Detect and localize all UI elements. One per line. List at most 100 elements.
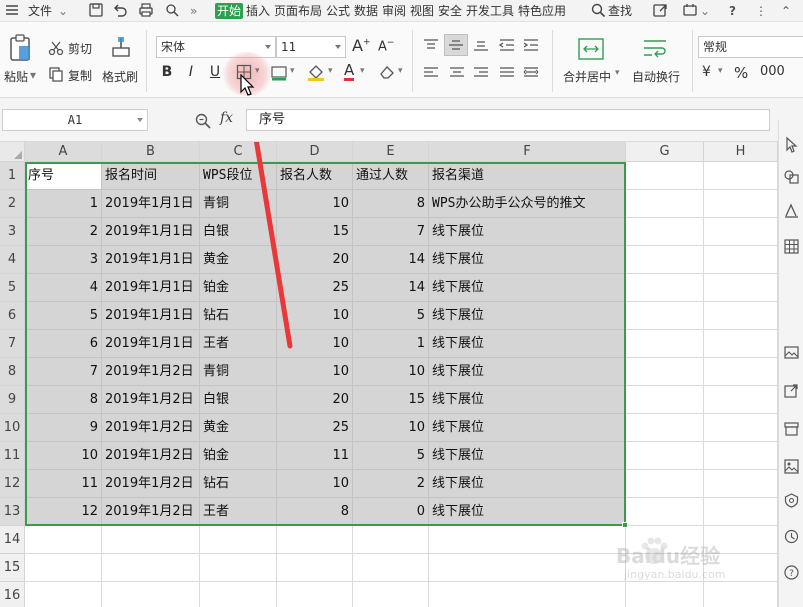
cell-c8[interactable]: 青铜 xyxy=(200,358,277,386)
cell-d12[interactable]: 10 xyxy=(277,470,353,498)
select-pointer-icon[interactable] xyxy=(783,136,800,153)
align-right-icon[interactable] xyxy=(472,66,490,80)
cell-f10[interactable]: 线下展位 xyxy=(429,414,626,442)
cell-a11[interactable]: 10 xyxy=(25,442,102,470)
cell-g9[interactable] xyxy=(626,386,704,414)
merge-dropdown-icon[interactable]: ▾ xyxy=(615,68,620,78)
increase-font-size-icon[interactable]: A+ xyxy=(352,36,371,55)
cell-e4[interactable]: 14 xyxy=(353,246,429,274)
align-center-icon[interactable] xyxy=(448,66,466,80)
italic-icon[interactable]: I xyxy=(182,62,200,82)
clear-format-icon[interactable] xyxy=(378,64,396,80)
cell-d3[interactable]: 15 xyxy=(277,218,353,246)
cell-e12[interactable]: 2 xyxy=(353,470,429,498)
cell-e3[interactable]: 7 xyxy=(353,218,429,246)
cell-g3[interactable] xyxy=(626,218,704,246)
cell-f3[interactable]: 线下展位 xyxy=(429,218,626,246)
cell-f5[interactable]: 线下展位 xyxy=(429,274,626,302)
cell-e5[interactable]: 14 xyxy=(353,274,429,302)
table-icon[interactable] xyxy=(783,238,800,255)
cell-h10[interactable] xyxy=(704,414,778,442)
cell-f2[interactable]: WPS办公助手公众号的推文 xyxy=(429,190,626,218)
cell-d14[interactable] xyxy=(277,526,353,554)
file-menu[interactable]: 文件 xyxy=(28,3,52,19)
cell-e10[interactable]: 10 xyxy=(353,414,429,442)
align-top-icon[interactable] xyxy=(422,38,440,52)
percent-icon[interactable]: % xyxy=(734,64,748,82)
row-header-2[interactable]: 2 xyxy=(0,190,25,218)
format-painter-icon[interactable] xyxy=(110,36,132,60)
print-preview-icon[interactable] xyxy=(164,2,180,18)
undo-icon[interactable] xyxy=(112,2,128,18)
cell-h16[interactable] xyxy=(704,582,778,607)
row-header-16[interactable]: 16 xyxy=(0,582,25,607)
style-icon[interactable] xyxy=(783,202,800,219)
cell-b1[interactable]: 报名时间 xyxy=(102,162,200,190)
column-header-a[interactable]: A xyxy=(25,142,102,162)
align-middle-button[interactable] xyxy=(444,34,468,56)
row-header-4[interactable]: 4 xyxy=(0,246,25,274)
wrap-text-icon[interactable] xyxy=(642,38,668,60)
cell-h5[interactable] xyxy=(704,274,778,302)
cell-h11[interactable] xyxy=(704,442,778,470)
cell-c4[interactable]: 黄金 xyxy=(200,246,277,274)
font-size-select[interactable]: 11 xyxy=(276,36,346,58)
row-header-7[interactable]: 7 xyxy=(0,330,25,358)
column-header-e[interactable]: E xyxy=(353,142,429,162)
row-header-8[interactable]: 8 xyxy=(0,358,25,386)
cell-f14[interactable] xyxy=(429,526,626,554)
column-header-d[interactable]: D xyxy=(277,142,353,162)
file-menu-dropdown-icon[interactable]: ⌄ xyxy=(58,3,68,19)
cell-d16[interactable] xyxy=(277,582,353,607)
cut-button[interactable]: 剪切 xyxy=(68,40,92,57)
cell-f7[interactable]: 线下展位 xyxy=(429,330,626,358)
cell-b13[interactable]: 2019年1月2日 xyxy=(102,498,200,526)
cell-g12[interactable] xyxy=(626,470,704,498)
cell-h1[interactable] xyxy=(704,162,778,190)
cell-e9[interactable]: 15 xyxy=(353,386,429,414)
cell-c7[interactable]: 王者 xyxy=(200,330,277,358)
align-bottom-icon[interactable] xyxy=(472,38,490,52)
increase-indent-icon[interactable] xyxy=(522,38,540,52)
fill-color-icon[interactable] xyxy=(306,62,326,82)
cell-c10[interactable]: 黄金 xyxy=(200,414,277,442)
cell-c6[interactable]: 钻石 xyxy=(200,302,277,330)
cell-g8[interactable] xyxy=(626,358,704,386)
name-box[interactable]: A1 xyxy=(2,109,148,131)
history-icon[interactable] xyxy=(783,528,800,545)
copy-icon[interactable] xyxy=(48,66,64,82)
cell-a16[interactable] xyxy=(25,582,102,607)
tab-data[interactable]: 数据 xyxy=(354,3,378,19)
cell-a13[interactable]: 12 xyxy=(25,498,102,526)
cell-e7[interactable]: 1 xyxy=(353,330,429,358)
cell-f6[interactable]: 线下展位 xyxy=(429,302,626,330)
cell-g13[interactable] xyxy=(626,498,704,526)
align-left-icon[interactable] xyxy=(422,66,440,80)
cell-a14[interactable] xyxy=(25,526,102,554)
column-header-c[interactable]: C xyxy=(200,142,277,162)
row-header-11[interactable]: 11 xyxy=(0,442,25,470)
cell-h13[interactable] xyxy=(704,498,778,526)
font-color-icon[interactable]: A xyxy=(344,62,355,81)
search-icon[interactable] xyxy=(590,2,606,18)
row-header-1[interactable]: 1 xyxy=(0,162,25,190)
cell-b12[interactable]: 2019年1月2日 xyxy=(102,470,200,498)
more-commands-icon[interactable]: » xyxy=(190,3,197,19)
cell-a12[interactable]: 11 xyxy=(25,470,102,498)
tab-page-layout[interactable]: 页面布局 xyxy=(274,3,322,19)
cell-e6[interactable]: 5 xyxy=(353,302,429,330)
cell-h12[interactable] xyxy=(704,470,778,498)
tab-insert[interactable]: 插入 xyxy=(246,3,270,19)
decrease-indent-icon[interactable] xyxy=(498,38,516,52)
currency-dropdown-icon[interactable]: ▾ xyxy=(718,66,723,76)
cell-e14[interactable] xyxy=(353,526,429,554)
cell-g5[interactable] xyxy=(626,274,704,302)
cell-b11[interactable]: 2019年1月2日 xyxy=(102,442,200,470)
cell-g1[interactable] xyxy=(626,162,704,190)
cell-b3[interactable]: 2019年1月1日 xyxy=(102,218,200,246)
cell-g14[interactable] xyxy=(626,526,704,554)
cell-c5[interactable]: 铂金 xyxy=(200,274,277,302)
zoom-lookup-icon[interactable] xyxy=(194,112,212,130)
cell-f11[interactable]: 线下展位 xyxy=(429,442,626,470)
row-header-3[interactable]: 3 xyxy=(0,218,25,246)
